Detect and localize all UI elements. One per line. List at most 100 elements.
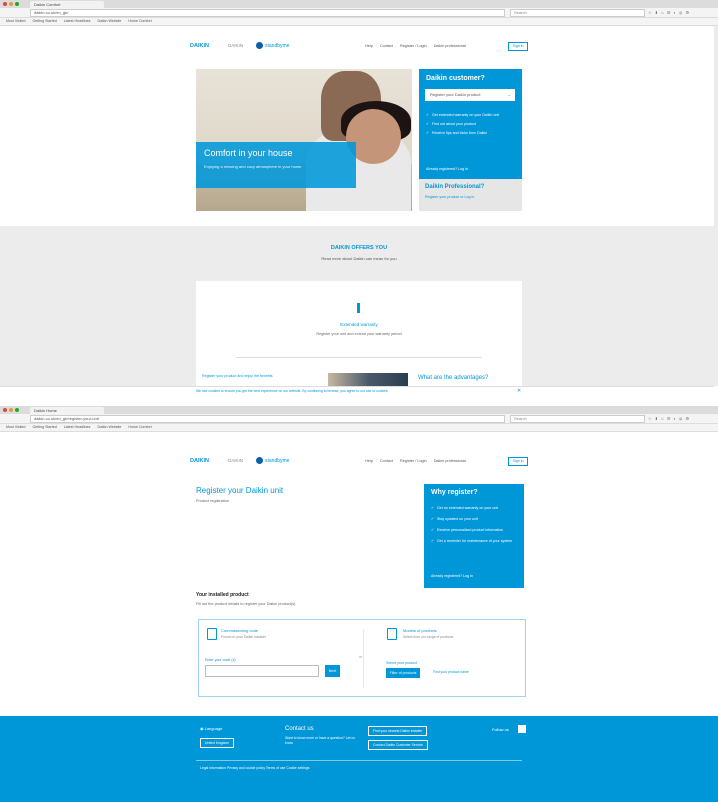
- bookmark-item[interactable]: Daikin Website: [97, 425, 121, 429]
- maximize-window-icon[interactable]: [15, 408, 19, 412]
- nav-register-login[interactable]: Register / Login: [400, 44, 427, 48]
- hero-caption: Comfort in your house Enjoying a relaxin…: [196, 142, 356, 188]
- product-section-title: Your installed product: [196, 592, 249, 598]
- cookie-banner: We use cookies to ensure you get the bes…: [0, 386, 714, 395]
- address-bar-row: daikin.co.uk/en_gb/ Search ☆ ⬇ ⌂ ☰ ◐ ◎ ⚙: [0, 8, 718, 18]
- bookmark-item[interactable]: Latest Headlines: [64, 19, 91, 23]
- nav-professional[interactable]: Daikin professional: [434, 44, 466, 48]
- nav-professional[interactable]: Daikin professional: [434, 459, 466, 463]
- register-benefits-link[interactable]: Register your product and enjoy the bene…: [202, 374, 273, 378]
- code-input[interactable]: [205, 665, 319, 677]
- offers-subtitle: Read more about Daikin can mean for you: [321, 256, 397, 261]
- professional-box: Daikin Professional? Register your produ…: [419, 179, 522, 211]
- toolbar-icons[interactable]: ☆ ⬇ ⌂ ☰ ◐ ◎ ⚙: [648, 10, 690, 15]
- sign-in-button[interactable]: Sign in: [508, 42, 528, 51]
- browser-search-field[interactable]: Search: [510, 415, 645, 423]
- url-field[interactable]: daikin.co.uk/en_gb/register-your-unit: [30, 415, 505, 423]
- list-item: Get extended warranty on your Daikin uni…: [426, 113, 516, 118]
- advantages-image: [328, 373, 408, 386]
- contact-service-button[interactable]: Contact Daikin Customer Service: [368, 740, 428, 750]
- sub-logo: DAIKIN: [228, 43, 244, 48]
- daikin-logo[interactable]: DAIKIN: [190, 43, 209, 49]
- maximize-window-icon[interactable]: [15, 2, 19, 6]
- social-icon[interactable]: [518, 725, 526, 733]
- tab-bar: Daikin Home: [0, 406, 718, 414]
- nav-register-login[interactable]: Register / Login: [400, 459, 427, 463]
- header-nav: Help Contact Register / Login Daikin pro…: [365, 459, 472, 463]
- advantages-heading: What are the advantages?: [418, 375, 489, 381]
- bookmark-item[interactable]: Daikin Website: [97, 19, 121, 23]
- hero-title: Comfort in your house: [204, 148, 293, 158]
- daikin-logo[interactable]: DAIKIN: [190, 458, 209, 464]
- globe-icon: [256, 42, 263, 49]
- nav-help[interactable]: Help: [365, 459, 373, 463]
- minimize-window-icon[interactable]: [9, 2, 13, 6]
- tab-bar: Daikin Comfort: [0, 0, 718, 8]
- offers-title: DAIKIN OFFERS YOU: [330, 245, 388, 251]
- url-field[interactable]: daikin.co.uk/en_gb/: [30, 9, 505, 17]
- bookmark-item[interactable]: Home Comfort: [128, 425, 151, 429]
- browser-search-field[interactable]: Search: [510, 9, 645, 17]
- close-window-icon[interactable]: [3, 2, 7, 6]
- offer-card: Extended warranty Register your unit and…: [196, 281, 522, 386]
- hero-subtitle: Enjoying a relaxing and cozy atmosphere …: [204, 164, 302, 169]
- login-link[interactable]: Already registered? Log in: [431, 574, 473, 578]
- info-icon: [357, 303, 360, 313]
- find-installer-button[interactable]: Find your nearest Daikin installer: [368, 726, 428, 736]
- site-footer: ◉ Language United Kingdom Contact us Wan…: [0, 716, 718, 802]
- footer-links[interactable]: Legal information Privacy and cookie pol…: [200, 766, 309, 770]
- language-label: ◉ Language: [200, 726, 223, 731]
- close-icon[interactable]: ✕: [517, 388, 521, 394]
- standbyme-logo[interactable]: standbyme: [256, 457, 289, 464]
- browser-tab[interactable]: Daikin Home: [30, 407, 104, 414]
- professional-link[interactable]: Register your product or Log in: [425, 195, 474, 199]
- bookmark-item[interactable]: Most Visited: [6, 425, 26, 429]
- browser-tab[interactable]: Daikin Comfort: [30, 1, 104, 8]
- customer-panel-title: Daikin customer?: [426, 75, 485, 82]
- minimize-window-icon[interactable]: [9, 408, 13, 412]
- next-button[interactable]: Next: [325, 665, 340, 677]
- header-nav: Help Contact Register / Login Daikin pro…: [365, 44, 472, 48]
- bookmark-item[interactable]: Most Visited: [6, 19, 26, 23]
- bookmark-item[interactable]: Getting Started: [33, 19, 57, 23]
- filter-products-button[interactable]: Filter of products: [386, 668, 420, 678]
- nav-contact[interactable]: Contact: [380, 44, 393, 48]
- scrollbar[interactable]: [714, 26, 718, 386]
- toolbar-icons[interactable]: ☆ ⬇ ⌂ ☰ ◐ ◎ ⚙: [648, 416, 690, 421]
- offer-card-subtitle: Register your unit and extend your warra…: [316, 332, 402, 336]
- follow-us-label: Follow us: [492, 727, 509, 732]
- why-register-list: Get an extended warranty on your unit St…: [431, 506, 519, 550]
- close-window-icon[interactable]: [3, 408, 7, 412]
- bookmarks-bar: Most Visited Getting Started Latest Head…: [0, 18, 718, 26]
- nav-help[interactable]: Help: [365, 44, 373, 48]
- divider: [236, 357, 482, 358]
- nav-contact[interactable]: Contact: [380, 459, 393, 463]
- globe-icon: [256, 457, 263, 464]
- list-item: Stay updated on your unit: [431, 517, 519, 522]
- bookmark-item[interactable]: Latest Headlines: [64, 425, 91, 429]
- bookmark-item[interactable]: Home Comfort: [128, 19, 151, 23]
- address-bar-row: daikin.co.uk/en_gb/register-your-unit Se…: [0, 414, 718, 424]
- page-subtitle: Product registration: [196, 499, 229, 503]
- list-item: Receive tips and tricks from Daikin: [426, 131, 516, 136]
- standbyme-logo[interactable]: standbyme: [256, 42, 289, 49]
- product-section-subtitle: Fill out the product details to register…: [196, 602, 296, 606]
- bookmark-item[interactable]: Getting Started: [33, 425, 57, 429]
- models-subtitle: Select from our range of products: [403, 635, 454, 639]
- list-item: Get an extended warranty on your unit: [431, 506, 519, 511]
- hero-image: [196, 69, 412, 211]
- list-item: Get a reminder for maintenance of your s…: [431, 539, 519, 544]
- page-title: Register your Daikin unit: [196, 486, 284, 495]
- offer-card-title[interactable]: Extended warranty: [196, 322, 522, 327]
- commissioning-code-title: Commissioning code: [221, 628, 259, 633]
- find-product-link[interactable]: Find your product name: [433, 670, 469, 674]
- professional-title: Daikin Professional?: [425, 184, 485, 190]
- login-link[interactable]: Already registered? Log in: [426, 167, 468, 171]
- chevron-down-icon: ⌄: [507, 92, 511, 97]
- browser-window-register: Daikin Home daikin.co.uk/en_gb/register-…: [0, 406, 718, 802]
- sign-in-button[interactable]: Sign in: [508, 457, 528, 466]
- contact-title: Contact us: [285, 726, 314, 732]
- register-product-select[interactable]: Register your Daikin product ⌄: [425, 89, 515, 101]
- or-separator: or: [359, 655, 363, 659]
- language-select[interactable]: United Kingdom: [200, 738, 235, 748]
